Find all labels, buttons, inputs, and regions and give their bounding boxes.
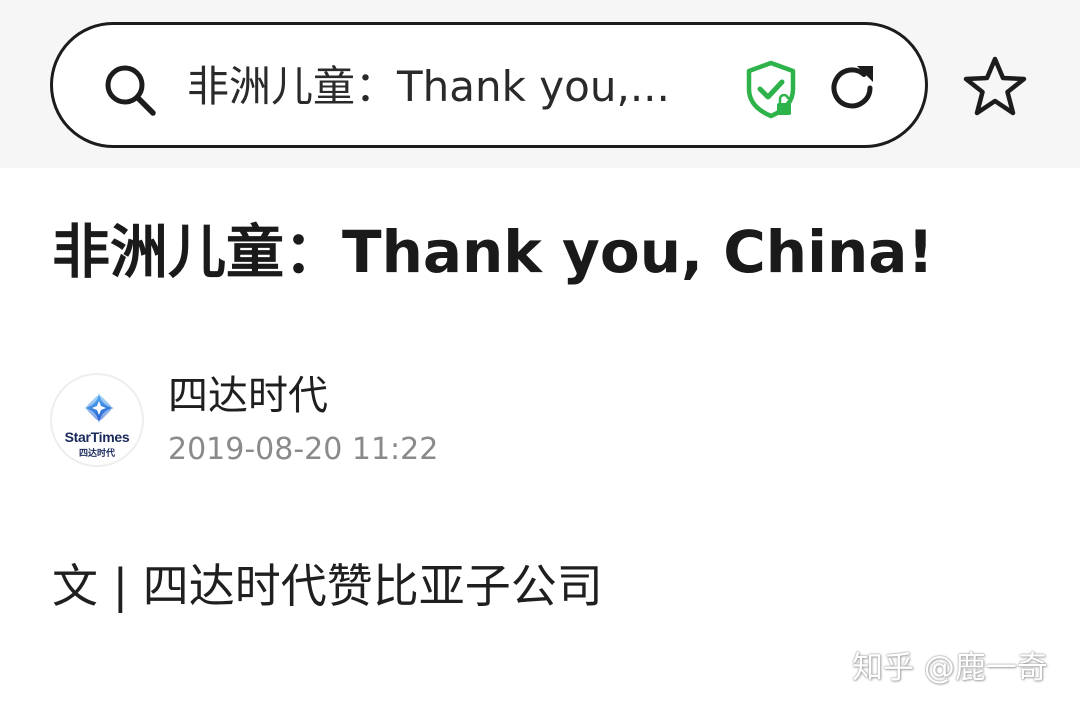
security-shield-icon[interactable] xyxy=(743,59,799,119)
browser-toolbar: 非洲儿童：Thank you,... xyxy=(0,0,1080,168)
avatar-brand-subtext: 四达时代 xyxy=(78,449,115,459)
author-name[interactable]: 四达时代 xyxy=(168,368,328,424)
search-icon[interactable] xyxy=(101,61,159,119)
watermark: 知乎 @鹿一奇 xyxy=(852,650,1048,686)
reload-icon[interactable] xyxy=(823,59,881,117)
address-bar[interactable]: 非洲儿童：Thank you,... xyxy=(50,22,928,148)
startimes-logo-icon xyxy=(84,393,114,423)
author-avatar[interactable]: StarTimes 四达时代 xyxy=(50,373,144,467)
page: 非洲儿童：Thank you,... 非洲儿童：Thank you, China… xyxy=(0,0,1080,714)
address-text[interactable]: 非洲儿童：Thank you,... xyxy=(187,55,707,119)
avatar-brand-text: StarTimes xyxy=(64,429,130,445)
article-byline: 文 | 四达时代赞比亚子公司 xyxy=(52,559,603,613)
publish-date: 2019-08-20 11:22 xyxy=(168,432,439,467)
bookmark-star-icon[interactable] xyxy=(962,54,1028,118)
article-title: 非洲儿童：Thank you, China! xyxy=(52,218,934,286)
